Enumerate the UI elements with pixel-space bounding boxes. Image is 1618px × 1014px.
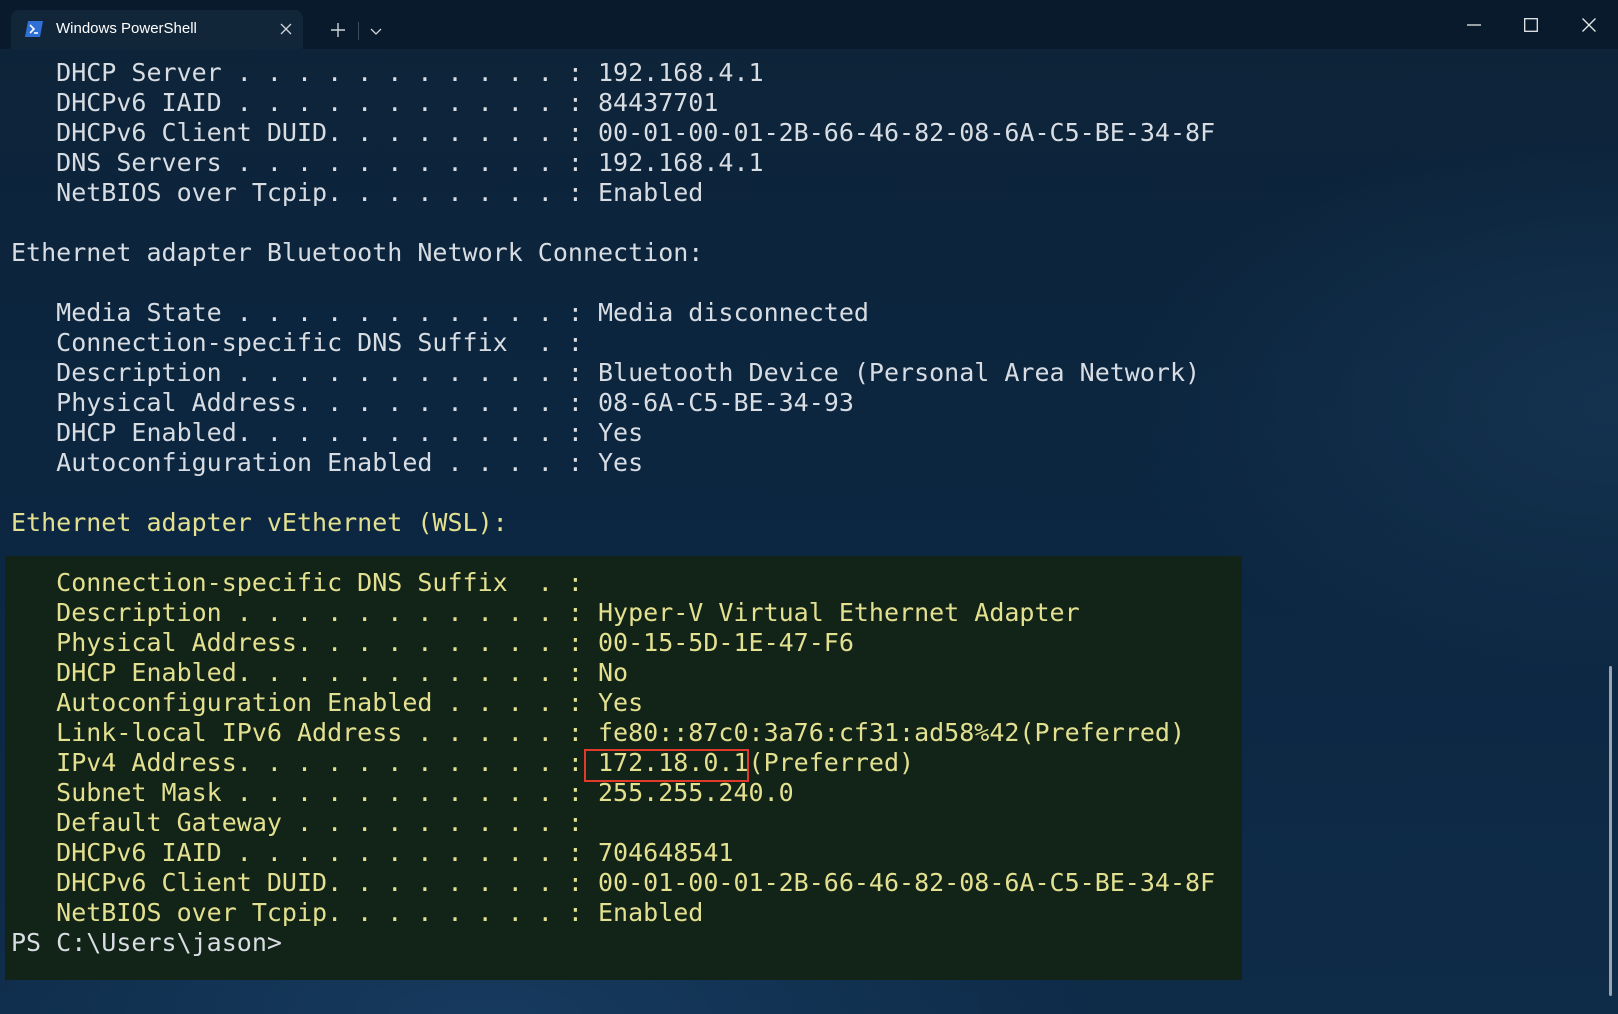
terminal-line-highlighted: DHCP Enabled. . . . . . . . . . . : No (11, 658, 629, 687)
terminal-line-highlighted: Link-local IPv6 Address . . . . . : fe80… (11, 718, 1185, 747)
scrollbar-thumb[interactable] (1609, 666, 1612, 996)
terminal-output[interactable]: DHCP Server . . . . . . . . . . . : 192.… (0, 49, 1618, 1014)
terminal-line: Media State . . . . . . . . . . . : Medi… (11, 298, 869, 327)
maximize-button[interactable] (1503, 0, 1559, 49)
terminal-line-highlighted: Subnet Mask . . . . . . . . . . . : 255.… (11, 778, 794, 807)
tab-title: Windows PowerShell (56, 20, 197, 37)
close-window-button[interactable] (1561, 0, 1617, 49)
terminal-line-highlighted: Connection-specific DNS Suffix . : (11, 568, 583, 597)
terminal-line-highlighted: NetBIOS over Tcpip. . . . . . . . : Enab… (11, 898, 704, 927)
terminal-line-highlighted: Autoconfiguration Enabled . . . . : Yes (11, 688, 644, 717)
terminal-line: NetBIOS over Tcpip. . . . . . . . : Enab… (11, 178, 704, 207)
terminal-line: Physical Address. . . . . . . . . : 08-6… (11, 388, 854, 417)
powershell-window: Windows PowerShell DHCP Server . . . . .… (0, 0, 1618, 1014)
terminal-line: DHCP Enabled. . . . . . . . . . . : Yes (11, 418, 644, 447)
terminal-line-highlighted: Ethernet adapter vEthernet (WSL): (11, 508, 508, 537)
close-icon (1582, 17, 1596, 32)
terminal-line-highlighted: Physical Address. . . . . . . . . : 00-1… (11, 628, 854, 657)
terminal-line: DNS Servers . . . . . . . . . . . : 192.… (11, 148, 764, 177)
command-prompt[interactable]: PS C:\Users\jason> (11, 928, 1215, 958)
minimize-icon (1467, 23, 1481, 26)
terminal-line: DHCP Server . . . . . . . . . . . : 192.… (11, 58, 764, 87)
terminal-line: DHCPv6 IAID . . . . . . . . . . . : 8443… (11, 88, 719, 117)
terminal-line-highlighted: DHCPv6 Client DUID. . . . . . . . : 00-0… (11, 868, 1216, 897)
terminal-line: Autoconfiguration Enabled . . . . : Yes (11, 448, 644, 477)
terminal-line-highlighted: Default Gateway . . . . . . . . . : (11, 808, 583, 837)
powershell-icon (25, 21, 43, 37)
terminal-line: Ethernet adapter Bluetooth Network Conne… (11, 238, 704, 267)
terminal-line: DHCPv6 Client DUID. . . . . . . . : 00-0… (11, 118, 1216, 147)
tab-windows-powershell[interactable]: Windows PowerShell (11, 10, 303, 49)
minimize-button[interactable] (1446, 0, 1502, 49)
maximize-icon (1524, 17, 1538, 32)
terminal-line-highlighted: DHCPv6 IAID . . . . . . . . . . . : 7046… (11, 838, 734, 867)
plus-icon (331, 23, 345, 37)
tab-dropdown-button[interactable] (362, 18, 390, 46)
terminal-line: Description . . . . . . . . . . . : Blue… (11, 358, 1201, 387)
terminal-line-highlighted: Description . . . . . . . . . . . : Hype… (11, 598, 1080, 627)
terminal-line: Connection-specific DNS Suffix . : (11, 328, 583, 357)
close-icon (280, 23, 292, 35)
terminal-line-highlighted (11, 538, 1215, 568)
tab-divider (358, 22, 359, 40)
tab-close-button[interactable] (275, 18, 297, 40)
title-bar[interactable]: Windows PowerShell (0, 0, 1618, 49)
chevron-down-icon (370, 28, 382, 35)
new-tab-button[interactable] (324, 16, 352, 44)
ipv4-annotation-box (584, 749, 749, 782)
terminal-lines: DHCP Server . . . . . . . . . . . : 192.… (11, 58, 1215, 958)
